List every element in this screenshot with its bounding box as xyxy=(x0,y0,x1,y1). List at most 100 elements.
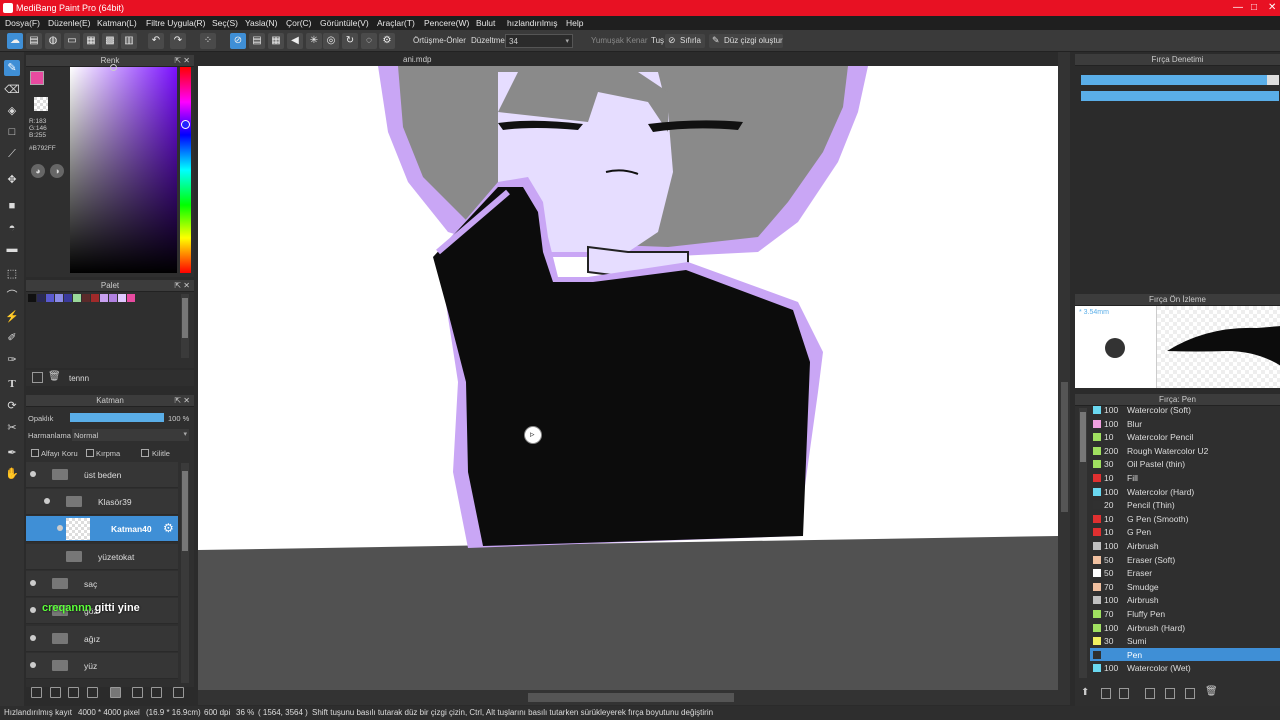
brush-item[interactable]: 10 Fill xyxy=(1090,471,1280,485)
brush-opacity-slider[interactable] xyxy=(1081,91,1279,101)
snap-circle-icon[interactable]: ◎ xyxy=(323,33,339,49)
canvas-area[interactable]: ani.mdp ▹ xyxy=(198,52,1070,690)
opacity-slider[interactable] xyxy=(70,413,164,422)
brush-item[interactable]: 10 Watercolor Pencil xyxy=(1090,430,1280,444)
clipping-checkbox[interactable] xyxy=(86,449,94,457)
delete-palette-icon[interactable]: 🗑 xyxy=(48,371,61,382)
hue-slider[interactable] xyxy=(180,67,191,273)
brush-item[interactable]: 200 Rough Watercolor U2 xyxy=(1090,444,1280,458)
menu-view[interactable]: Görüntüle(V) xyxy=(320,18,369,28)
gradient-tool-icon[interactable]: ▬ xyxy=(4,241,20,257)
brush-item[interactable]: 70 Fluffy Pen xyxy=(1090,607,1280,621)
brush-item[interactable]: 30 Sumi xyxy=(1090,634,1280,648)
grid-icon[interactable]: ▩ xyxy=(102,33,118,49)
menu-filter[interactable]: Filtre Uygula(R) xyxy=(146,18,206,28)
brush-list-scroll-thumb[interactable] xyxy=(1080,412,1086,462)
text-tool-icon[interactable]: T xyxy=(4,376,20,392)
delete-layer-icon[interactable] xyxy=(173,687,184,698)
background-color[interactable] xyxy=(34,97,48,111)
gear-icon[interactable]: ⚙ xyxy=(163,521,174,535)
brush-item[interactable]: 50 Eraser (Soft) xyxy=(1090,553,1280,567)
eye-icon[interactable] xyxy=(30,662,36,668)
snap-settings-icon[interactable]: ⚙ xyxy=(379,33,395,49)
palette-swatch[interactable] xyxy=(127,294,135,302)
bucket-tool-icon[interactable]: ◓ xyxy=(4,220,20,236)
palette-swatch[interactable] xyxy=(37,294,45,302)
snap-off-icon[interactable]: ⊘ xyxy=(230,33,246,49)
select-tool-icon[interactable]: ⬚ xyxy=(4,266,20,282)
dot-eraser-icon[interactable]: ◈ xyxy=(4,103,20,119)
import-brush-icon[interactable] xyxy=(1145,688,1155,699)
select-eraser-icon[interactable]: ✑ xyxy=(4,352,20,368)
eye-icon[interactable] xyxy=(30,607,36,613)
export-brush-icon[interactable] xyxy=(1165,688,1175,699)
brush-item[interactable]: Pen xyxy=(1090,647,1280,662)
brush-item[interactable]: 100 Airbrush xyxy=(1090,539,1280,553)
eye-icon[interactable] xyxy=(30,580,36,586)
palette-swatch[interactable] xyxy=(46,294,54,302)
brush-item[interactable]: 100 Airbrush xyxy=(1090,593,1280,607)
palette-swatch[interactable] xyxy=(55,294,63,302)
menu-file[interactable]: Dosya(F) xyxy=(5,18,40,28)
layer-row[interactable]: Klasör39 xyxy=(26,489,178,515)
redo-icon[interactable]: ↷ xyxy=(170,33,186,49)
layer-row[interactable]: üst beden xyxy=(26,462,178,488)
palette-swatch[interactable] xyxy=(91,294,99,302)
maximize-button[interactable]: □ xyxy=(1251,2,1257,13)
layer-scroll-thumb[interactable] xyxy=(182,471,188,551)
new-folder-icon[interactable] xyxy=(110,687,121,698)
snap-curve-icon[interactable]: ↻ xyxy=(342,33,358,49)
brush-item[interactable]: 100 Watercolor (Wet) xyxy=(1090,661,1280,675)
cloud-icon[interactable]: ☁ xyxy=(7,33,23,49)
canvas-horizontal-scrollbar[interactable] xyxy=(198,690,1070,705)
rect-tool-icon[interactable]: □ xyxy=(4,124,20,140)
layout-icon[interactable]: ▥ xyxy=(121,33,137,49)
snap-radial-icon[interactable]: ✳ xyxy=(306,33,322,49)
new-layer-8bit-icon[interactable] xyxy=(50,687,61,698)
brush-item[interactable]: 100 Watercolor (Hard) xyxy=(1090,485,1280,499)
layer-row[interactable]: ağız xyxy=(26,626,178,652)
hand-tool-icon[interactable]: ✋ xyxy=(4,466,20,482)
menu-window[interactable]: Pencere(W) xyxy=(424,18,469,28)
brush-item[interactable]: 100 Watercolor (Soft) xyxy=(1090,403,1280,417)
palette-swatch[interactable] xyxy=(73,294,81,302)
merge-layer-icon[interactable] xyxy=(151,687,162,698)
menu-tools[interactable]: Araçlar(T) xyxy=(377,18,415,28)
menu-help[interactable]: Help xyxy=(566,18,583,28)
menu-accelerated[interactable]: hızlandırılmış xyxy=(507,18,558,28)
magic-wand-icon[interactable]: ⚡ xyxy=(4,309,20,325)
canvas-vertical-scrollbar[interactable] xyxy=(1058,52,1070,690)
brush-size-slider[interactable] xyxy=(1081,75,1279,85)
panel-close-icon[interactable]: ⇱ ✕ xyxy=(174,55,190,67)
snap-parallel-icon[interactable]: ▤ xyxy=(249,33,265,49)
lock-checkbox[interactable] xyxy=(141,449,149,457)
layer-row[interactable]: yüzetokat xyxy=(26,544,178,570)
snap-vanish-icon[interactable]: ◀ xyxy=(287,33,303,49)
blend-select[interactable]: Normal ▾ xyxy=(72,429,189,441)
panel-icon[interactable]: ▭ xyxy=(64,33,80,49)
minimize-button[interactable]: — xyxy=(1233,2,1243,13)
panel-close-icon[interactable]: ⇱ ✕ xyxy=(174,395,190,407)
brush-item[interactable]: 30 Oil Pastel (thin) xyxy=(1090,457,1280,471)
line-tool-icon[interactable]: ⟋ xyxy=(4,146,20,162)
lasso-tool-icon[interactable]: ⌒ xyxy=(4,288,20,304)
brush-list-scrollbar[interactable] xyxy=(1079,408,1087,678)
save-icon[interactable]: ▤ xyxy=(26,33,42,49)
brush-item[interactable]: 70 Smudge xyxy=(1090,580,1280,594)
saturation-value-picker[interactable] xyxy=(70,64,177,273)
alpha-lock-checkbox[interactable] xyxy=(31,449,39,457)
duplicate-layer-icon[interactable] xyxy=(132,687,143,698)
palette-swatch[interactable] xyxy=(28,294,36,302)
straight-line-button[interactable]: ✎ Düz çizgi oluştur xyxy=(709,34,783,48)
close-button[interactable]: ✕ xyxy=(1268,2,1276,13)
palette-scroll-thumb[interactable] xyxy=(182,298,188,338)
sv-cursor[interactable] xyxy=(110,64,117,71)
new-brush-icon[interactable] xyxy=(1101,688,1111,699)
eye-icon[interactable] xyxy=(44,498,50,504)
hue-cursor[interactable] xyxy=(181,120,190,129)
brush-item[interactable]: 50 Eraser xyxy=(1090,566,1280,580)
new-palette-icon[interactable] xyxy=(32,372,43,383)
layer-scrollbar[interactable] xyxy=(181,463,189,683)
layer-row-selected[interactable]: Katman40 ⚙ xyxy=(26,516,178,542)
eraser-tool-icon[interactable]: ⌫ xyxy=(4,82,20,98)
